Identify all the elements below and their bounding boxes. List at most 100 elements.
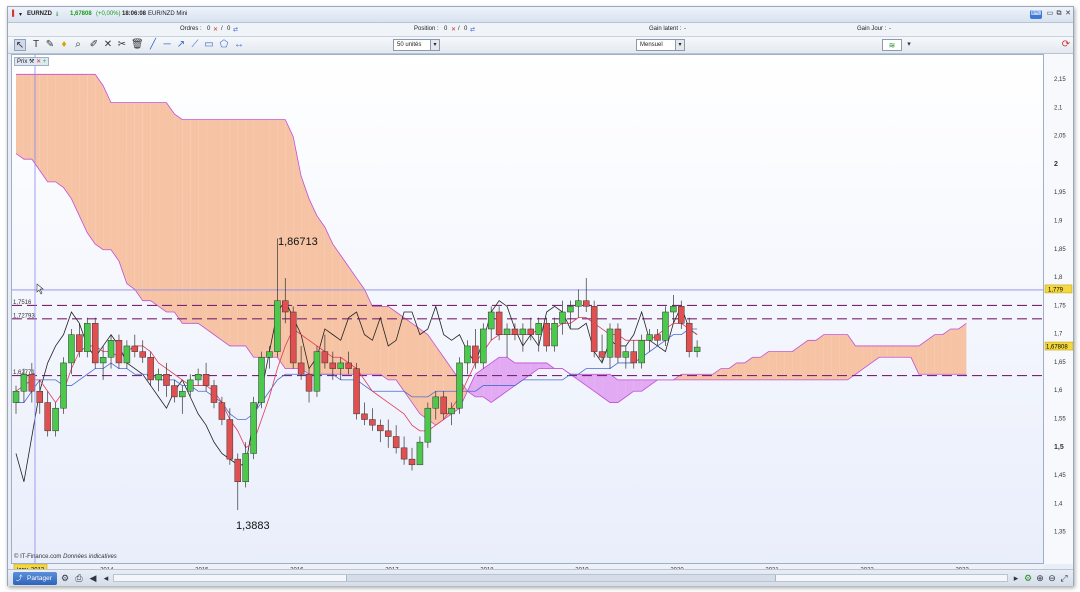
indicators-dropdown-icon[interactable]: ▾ (903, 39, 915, 51)
candle-body (662, 311, 669, 341)
share-label: Partager (27, 575, 52, 582)
candle-body (503, 328, 511, 335)
symbol-dropdown-icon[interactable]: ▾ (19, 11, 22, 18)
data-footnote: © IT-Finance.com Données indicatives (14, 554, 117, 560)
eraser-tool-icon[interactable]: ✂ (116, 39, 128, 51)
auto-scale-icon[interactable]: ⚙ (1023, 573, 1033, 583)
candle-body (210, 385, 218, 403)
candle-body (646, 334, 653, 341)
close-indicator-icon[interactable]: ✕ (36, 59, 41, 65)
candle-body (685, 323, 693, 352)
y-tick-label: 1,6 (1054, 388, 1063, 394)
fit-icon[interactable]: ⤢ (1059, 573, 1069, 583)
candle-body (163, 374, 170, 386)
kumo-segment (150, 102, 159, 307)
ruler-tool-icon[interactable]: ✎ (44, 39, 56, 51)
share-button[interactable]: ⤴ Partager (13, 572, 57, 585)
candle-body (234, 458, 242, 483)
price-chart[interactable]: 1,75161,727931,627711,867131,3883 (12, 55, 1044, 564)
scroll-thumb[interactable] (346, 575, 776, 581)
candle-body (472, 345, 479, 364)
kumo-segment (87, 74, 96, 245)
trash-icon[interactable]: 🗑 (131, 39, 144, 51)
candle-body (377, 424, 384, 432)
text-tool-icon[interactable]: T (30, 39, 42, 51)
zoom-in-icon[interactable]: ⊕ (1035, 573, 1045, 583)
candle-body (559, 311, 566, 324)
period-select[interactable]: Mensuel ▾ (636, 39, 685, 51)
price-tab[interactable]: Prix ⚒ ✕ + (14, 57, 50, 66)
settings-icon[interactable]: ⚙ (60, 573, 70, 583)
orders-cancel-icon[interactable]: ✕ (213, 26, 218, 33)
candle-body (274, 300, 281, 352)
kumo-segment (895, 345, 904, 358)
refresh-icon[interactable]: ⟳ (1060, 39, 1072, 51)
time-scrollbar[interactable] (113, 574, 1008, 582)
horizontal-line-tool-icon[interactable]: ─ (161, 39, 173, 51)
latent-gain-label: Gain latent : (649, 26, 682, 32)
kumo-segment (103, 85, 112, 250)
trendline-tool-icon[interactable]: ╱ (147, 39, 159, 51)
candle-body (440, 396, 447, 415)
candle-body (630, 351, 638, 364)
kumo-segment (126, 102, 135, 290)
y-tick-label: 1,8 (1054, 275, 1063, 281)
alert-bell-icon[interactable]: ♦ (58, 39, 70, 51)
chevron-down-icon[interactable]: ▾ (430, 40, 439, 50)
kumo-segment (39, 74, 48, 182)
zoom-tool-icon[interactable]: ⌕ (72, 39, 84, 51)
price-axis[interactable]: 2,15 2,1 2,05 2 1,95 1,9 1,85 1,8 1,75 1,7 1,65 1,6… (1044, 54, 1074, 564)
chart-panel[interactable]: 1,75161,727931,627711,867131,3883 Prix ⚒… (11, 54, 1044, 564)
footnote-note: Données indicatives (63, 554, 117, 560)
candle-body (519, 328, 527, 335)
symbol-label[interactable]: EURNZD (27, 11, 52, 17)
candle-body (424, 407, 432, 443)
close-button[interactable]: ✕ (1063, 10, 1073, 19)
position-cancel-icon[interactable]: ✕ (451, 26, 456, 33)
kumo-segment (633, 379, 642, 392)
kumo-segment (261, 119, 270, 358)
cross-tool-icon[interactable]: ✕ (102, 39, 114, 51)
candle-body (535, 323, 542, 335)
ray-tool-icon[interactable]: ↗ (175, 39, 187, 51)
wrench-icon[interactable]: ⚒ (29, 59, 34, 65)
candle-body (456, 362, 463, 409)
candle-body (337, 362, 344, 369)
chevron-down-icon[interactable]: ▾ (675, 40, 684, 50)
candle-body (622, 351, 630, 358)
drawing-toolbar: ↖ T ✎ ♦ ⌕ ✐ ✕ ✂ 🗑 ╱ ─ ↗ ⟋ ▭ ⬠ ↔ 50 unité… (8, 37, 1073, 54)
indicators-icon[interactable]: ≋ (882, 39, 902, 51)
kumo-segment (31, 74, 40, 171)
day-gain-label: Gain Jour : (857, 26, 887, 32)
orders-link-icon[interactable]: ⇄ (233, 26, 238, 33)
rectangle-tool-icon[interactable]: ▭ (203, 39, 215, 51)
kumo-segment (142, 102, 151, 301)
position-link-icon[interactable]: ⇄ (470, 26, 475, 33)
kumo-segment (63, 74, 72, 199)
y-tick-label: 2 (1054, 161, 1058, 168)
kumo-segment (404, 317, 412, 403)
measure-tool-icon[interactable]: ↔ (233, 39, 245, 51)
polygon-tool-icon[interactable]: ⬠ (218, 39, 230, 51)
candle-body (575, 300, 582, 307)
keyboard-icon[interactable]: ⌨ (1030, 10, 1042, 19)
zoom-out-icon[interactable]: ⊖ (1047, 573, 1057, 583)
channel-tool-icon[interactable]: ⟋ (189, 39, 201, 51)
candle-body (76, 334, 83, 352)
kumo-segment (483, 362, 492, 403)
scroll-right-icon[interactable]: ▸ (1011, 573, 1021, 583)
scroll-left-icon[interactable]: ◂ (101, 573, 111, 583)
units-select[interactable]: 50 unités ▾ (393, 39, 440, 51)
candle-body (84, 323, 91, 352)
brush-tool-icon[interactable]: ✐ (88, 39, 100, 51)
period-select-value: Mensuel (640, 42, 663, 48)
add-indicator-icon[interactable]: + (43, 59, 47, 65)
pointer-tool-icon[interactable]: ↖ (14, 39, 26, 51)
info-icon[interactable]: ℹ (56, 11, 58, 18)
kumo-segment (839, 334, 848, 380)
candle-body (400, 447, 408, 460)
collapse-icon[interactable]: ◀ (88, 573, 98, 583)
print-icon[interactable]: ⎙ (74, 573, 84, 583)
candle-body (12, 390, 20, 403)
orders-separator: / (221, 26, 223, 32)
